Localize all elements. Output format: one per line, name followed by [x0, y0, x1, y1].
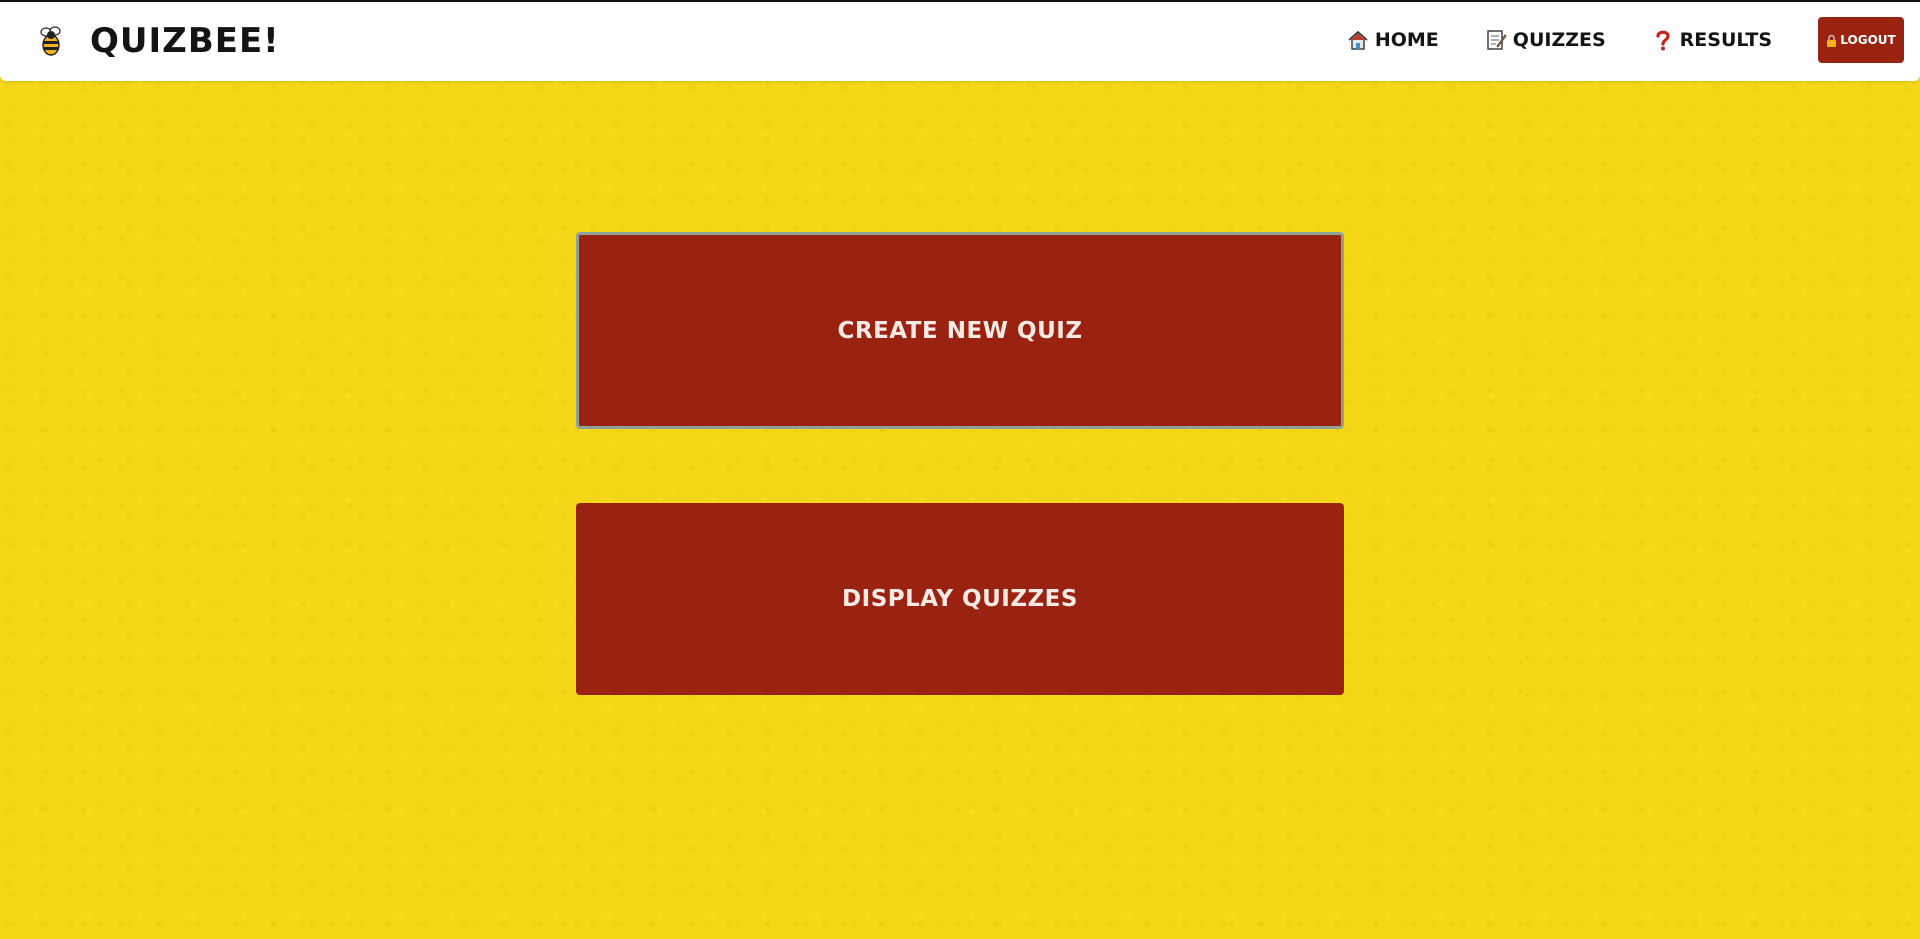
nav-home-label: HOME	[1374, 29, 1439, 51]
nav-home[interactable]: HOME	[1347, 29, 1439, 51]
top-navbar: QUIZBEE! HOME QUIZZES RESULTS LOGOUT	[0, 0, 1920, 81]
main-nav: HOME QUIZZES RESULTS LOGOUT	[1347, 17, 1904, 63]
create-new-quiz-label: CREATE NEW QUIZ	[837, 317, 1083, 344]
display-quizzes-label: DISPLAY QUIZZES	[842, 586, 1078, 612]
nav-quizzes-label: QUIZZES	[1512, 29, 1606, 51]
brand-name: QUIZBEE!	[90, 21, 280, 61]
brand[interactable]: QUIZBEE!	[36, 18, 280, 64]
question-mark-icon	[1656, 30, 1670, 51]
nav-quizzes[interactable]: QUIZZES	[1485, 29, 1606, 51]
logout-label: LOGOUT	[1840, 33, 1896, 47]
display-quizzes-button[interactable]: DISPLAY QUIZZES	[576, 503, 1344, 695]
lock-icon	[1827, 34, 1837, 47]
bee-icon	[40, 26, 61, 56]
nav-results[interactable]: RESULTS	[1652, 29, 1772, 51]
home-icon	[1348, 30, 1368, 50]
logout-button[interactable]: LOGOUT	[1818, 17, 1904, 63]
create-new-quiz-button[interactable]: CREATE NEW QUIZ	[576, 232, 1344, 429]
nav-results-label: RESULTS	[1679, 29, 1772, 51]
memo-icon	[1487, 30, 1507, 50]
